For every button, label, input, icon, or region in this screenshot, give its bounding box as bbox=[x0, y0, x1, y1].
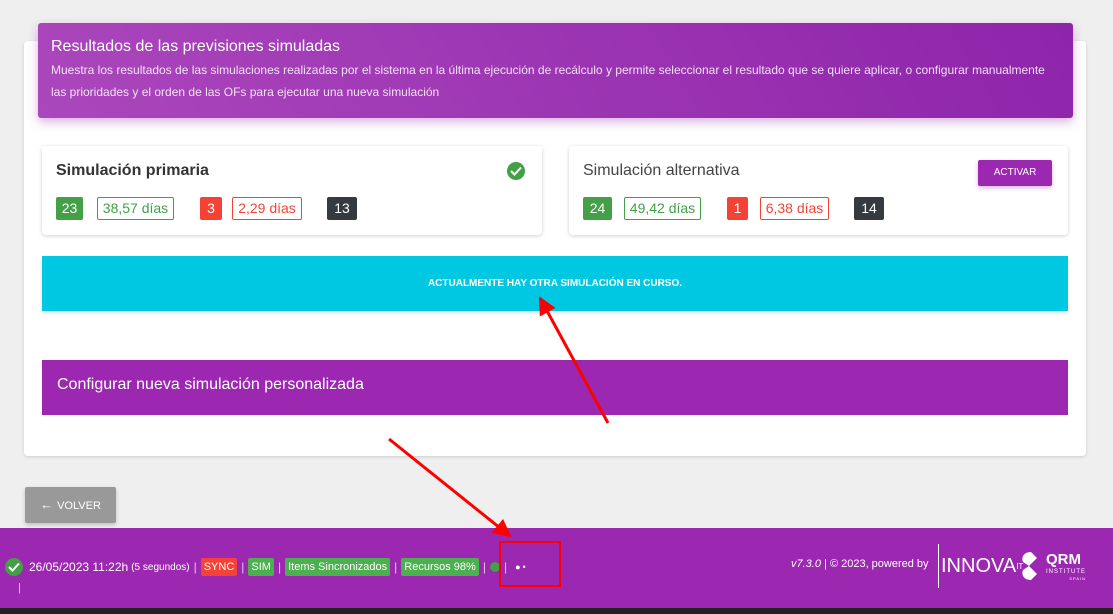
qrm-logo: QRM INSTITUTE SPAIN bbox=[1020, 548, 1086, 584]
separator: | bbox=[394, 560, 398, 574]
late-count-badge: 3 bbox=[200, 197, 222, 220]
sync-status-badge: SYNC bbox=[200, 558, 238, 576]
arrow-left-icon: ← bbox=[40, 497, 54, 512]
late-count-badge: 1 bbox=[727, 197, 748, 220]
qrm-logo-country: SPAIN bbox=[1069, 575, 1086, 581]
total-count-badge: 14 bbox=[854, 197, 884, 220]
on-time-count-badge: 23 bbox=[56, 197, 83, 220]
alternative-simulation-title: Simulación alternativa bbox=[583, 162, 740, 179]
qrm-logo-text: QRM bbox=[1046, 550, 1081, 568]
new-simulation-config-header[interactable]: Configurar nueva simulación personalizad… bbox=[42, 360, 1068, 415]
separator: | bbox=[241, 560, 245, 574]
back-button-label: VOLVER bbox=[57, 500, 101, 512]
version-number: v7.3.0 bbox=[791, 558, 821, 570]
on-time-count-badge: 24 bbox=[583, 197, 612, 220]
primary-simulation-card: Simulación primaria 23 38,57 días 3 2,29… bbox=[42, 146, 542, 235]
innova-logo-text: INNOVA bbox=[941, 554, 1017, 577]
check-circle-icon bbox=[507, 162, 525, 180]
on-time-days-badge: 49,42 días bbox=[624, 197, 701, 220]
late-days-badge: 6,38 días bbox=[760, 197, 829, 220]
last-update-datetime: 26/05/2023 11:22h bbox=[29, 560, 129, 574]
resources-badge: Recursos 98% bbox=[401, 558, 479, 576]
separator: | bbox=[193, 560, 197, 574]
copyright-text: | © 2023, powered by bbox=[820, 558, 929, 570]
primary-simulation-title: Simulación primaria bbox=[56, 162, 209, 179]
qrm-mark-icon bbox=[1022, 552, 1037, 580]
activate-button[interactable]: ACTIVAR bbox=[978, 160, 1052, 186]
separator: | bbox=[18, 582, 21, 594]
simulation-running-banner: ACTUALMENTE HAY OTRA SIMULACIÓN EN CURSO… bbox=[42, 256, 1068, 311]
results-header: Resultados de las previsiones simuladas … bbox=[38, 23, 1073, 118]
elapsed-time: (5 segundos) bbox=[131, 561, 190, 573]
page-description: Muestra los resultados de las simulacion… bbox=[51, 63, 1045, 99]
late-days-badge: 2,29 días bbox=[232, 197, 302, 220]
items-synced-badge: Items Sincronizados bbox=[285, 558, 391, 576]
separator: | bbox=[482, 560, 486, 574]
check-circle-icon bbox=[5, 558, 23, 576]
page-title: Resultados de las previsiones simuladas bbox=[51, 38, 341, 55]
innova-logo: INNOVA IT bbox=[938, 544, 1023, 588]
version-info: v7.3.0 | © 2023, powered by bbox=[791, 558, 929, 570]
on-time-days-badge: 38,57 días bbox=[97, 197, 174, 220]
alternative-simulation-card: Simulación alternativa ACTIVAR 24 49,42 … bbox=[569, 146, 1068, 235]
total-count-badge: 13 bbox=[327, 197, 357, 220]
qrm-logo-subtext: INSTITUTE bbox=[1046, 568, 1086, 575]
bottom-strip bbox=[0, 608, 1113, 614]
back-button[interactable]: ← VOLVER bbox=[25, 487, 116, 523]
separator: | bbox=[277, 560, 282, 574]
annotation-highlight-box bbox=[499, 541, 561, 587]
status-line: 26/05/2023 11:22h (5 segundos) | SYNC | … bbox=[5, 557, 528, 577]
sim-status-badge: SIM bbox=[248, 558, 274, 576]
